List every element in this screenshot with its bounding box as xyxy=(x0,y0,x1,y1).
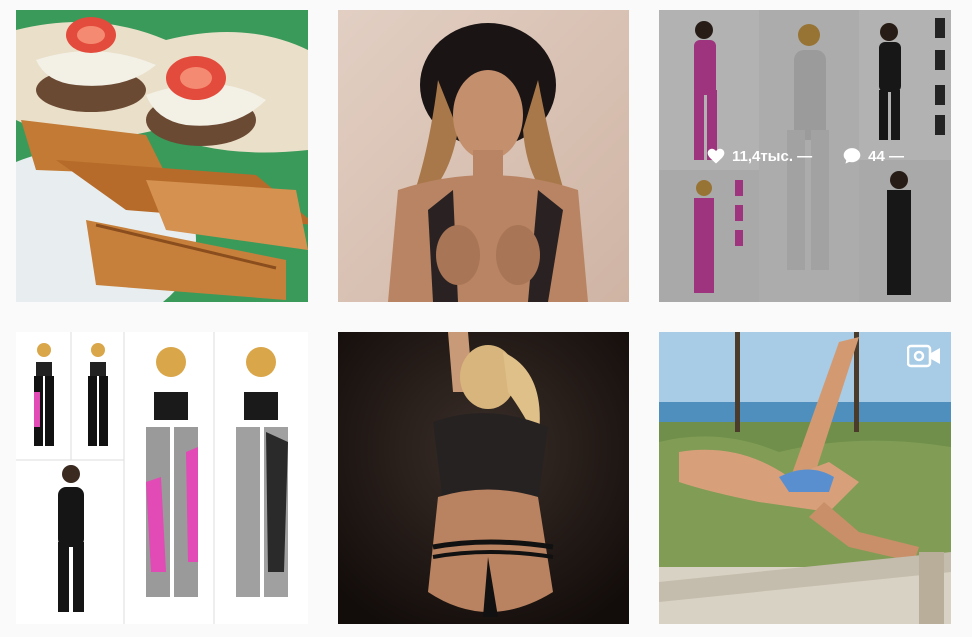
post-tile-catalog-leggings[interactable] xyxy=(16,332,308,624)
post-thumbnail xyxy=(659,332,951,624)
post-thumbnail xyxy=(338,332,629,624)
comments-stat: 44 — xyxy=(842,146,904,166)
post-tile-dark-studio[interactable] xyxy=(338,332,629,624)
likes-stat: 11,4тыс. — xyxy=(706,146,812,166)
profile-post-grid: 11,4тыс. — 44 — xyxy=(0,0,972,637)
video-camera-icon xyxy=(907,344,940,368)
post-tile-portrait[interactable] xyxy=(338,10,629,302)
heart-icon xyxy=(707,148,725,164)
post-tile-catalog-pink[interactable]: 11,4тыс. — 44 — xyxy=(659,10,951,302)
post-thumbnail xyxy=(338,10,629,302)
post-tile-beach-video[interactable] xyxy=(659,332,951,624)
comments-count: 44 — xyxy=(868,147,905,165)
post-thumbnail xyxy=(16,10,308,302)
comment-bubble-icon xyxy=(843,148,861,164)
post-tile-food[interactable] xyxy=(16,10,308,302)
post-thumbnail xyxy=(16,332,308,624)
likes-count: 11,4тыс. — xyxy=(731,147,813,165)
post-hover-overlay: 11,4тыс. — 44 — xyxy=(659,10,951,302)
